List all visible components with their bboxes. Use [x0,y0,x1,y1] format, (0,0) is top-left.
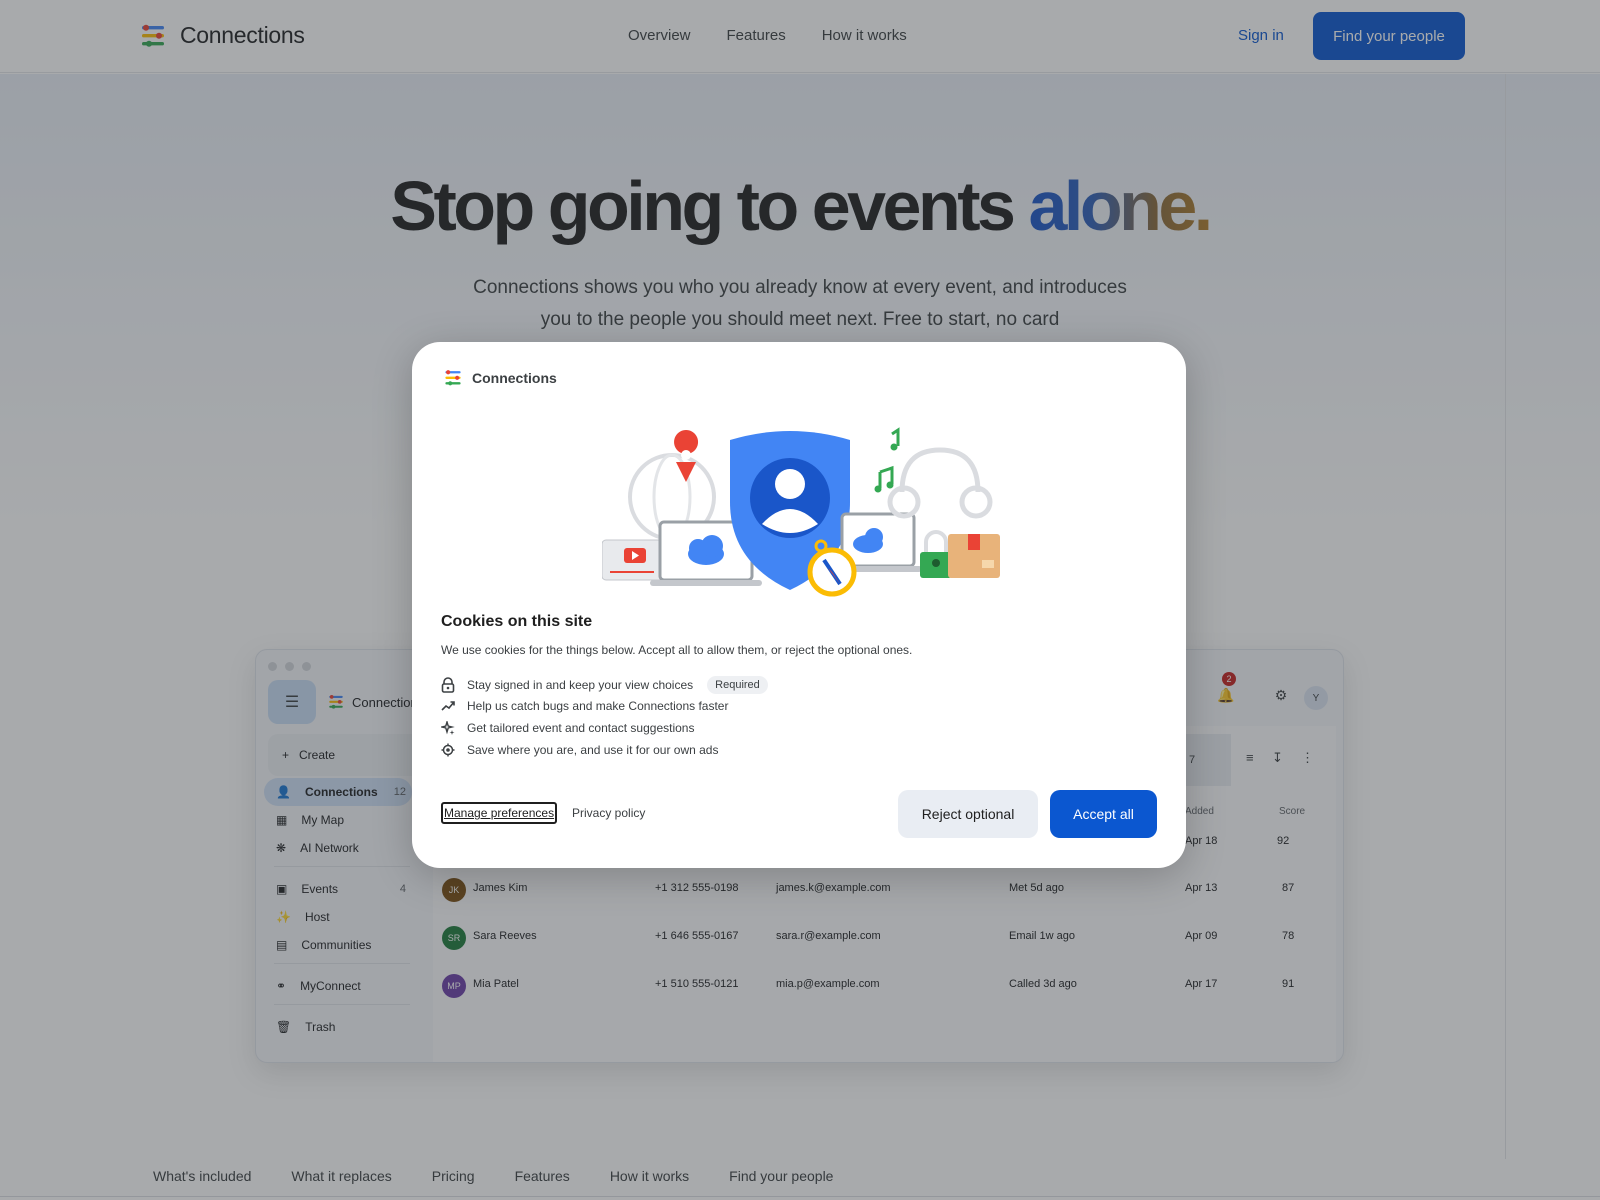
reject-optional-button[interactable]: Reject optional [898,790,1038,838]
cookie-purpose-text: Save where you are, and use it for our o… [467,743,719,757]
connections-logo-icon [445,370,461,386]
privacy-policy-link[interactable]: Privacy policy [572,806,645,820]
dialog-brand-name: Connections [472,370,557,386]
location-target-icon [441,743,455,757]
sparkle-icon [441,721,455,735]
dialog-description: We use cookies for the things below. Acc… [441,643,913,657]
cookie-purpose-item: Save where you are, and use it for our o… [441,743,718,757]
cookie-purpose-text: Help us catch bugs and make Connections … [467,699,729,713]
trend-icon [441,701,455,711]
dialog-title: Cookies on this site [441,613,593,630]
privacy-illustration [602,427,1000,597]
lock-icon [441,677,455,693]
cookie-purpose-text: Get tailored event and contact suggestio… [467,721,695,735]
cookie-purpose-item: Stay signed in and keep your view choice… [441,676,768,694]
accept-all-button[interactable]: Accept all [1050,790,1157,838]
manage-preferences-link[interactable]: Manage preferences [441,802,558,824]
cookie-purpose-text: Stay signed in and keep your view choice… [467,678,694,692]
dialog-brand: Connections [444,369,557,387]
required-badge: Required [707,676,768,694]
cookie-purpose-item: Help us catch bugs and make Connections … [441,699,728,713]
cookie-consent-dialog: Connections Cookies on this site We use … [412,342,1186,868]
cookie-purpose-item: Get tailored event and contact suggestio… [441,721,694,735]
